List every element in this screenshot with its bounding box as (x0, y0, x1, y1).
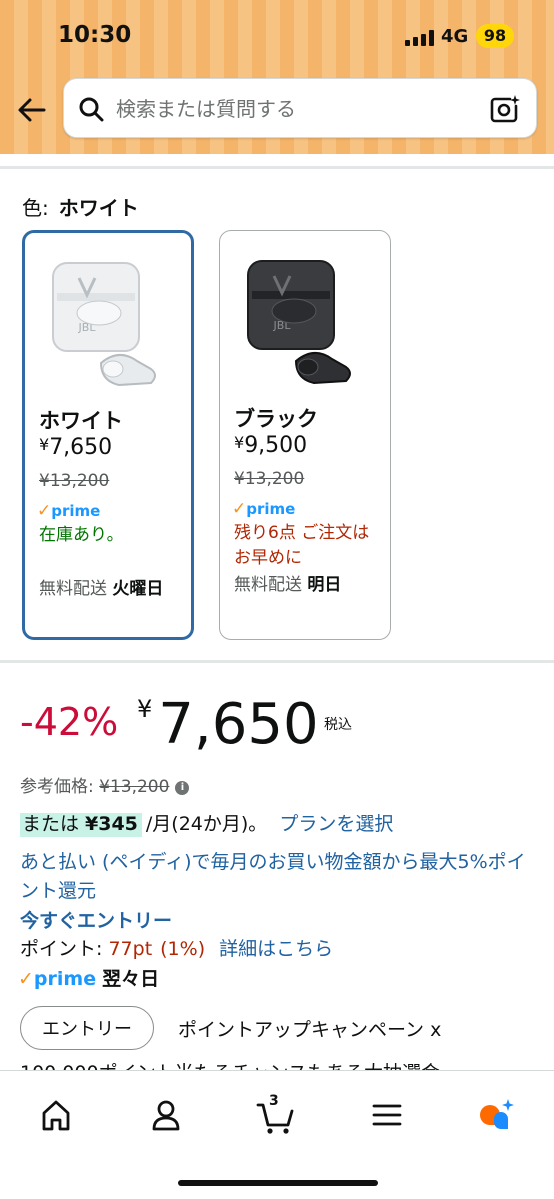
home-icon[interactable] (28, 1093, 84, 1137)
variant-price: ¥9,500 (234, 433, 308, 458)
product-image-black: JBL (247, 260, 351, 385)
network-type: 4G (441, 26, 469, 47)
stock-status: 残り6点 ご注文はお早めに (234, 523, 370, 568)
status-bar: 10:30 4G 98 (0, 0, 554, 72)
variant-list-price: ¥13,200 (234, 469, 305, 489)
divider (0, 660, 554, 663)
select-plan-link[interactable]: プランを選択 (279, 813, 393, 835)
prime-check-icon: ✓ (18, 968, 34, 990)
info-icon[interactable]: i (175, 781, 190, 795)
variant-list-price: ¥13,200 (39, 471, 110, 491)
header: 10:30 4G 98 (0, 0, 554, 154)
entry-now-link[interactable]: 今すぐエントリー (20, 906, 172, 933)
entry-button[interactable]: エントリー (20, 1006, 154, 1050)
prime-delivery: ✓prime 翌々日 (18, 968, 160, 990)
variant-name: ホワイト (39, 409, 123, 433)
variant-price: ¥7,650 (39, 435, 113, 460)
paidy-promo-link[interactable]: あと払い (ペイディ)で毎月のお買い物金額から最大5%ポイント還元 (20, 848, 540, 906)
points-row: ポイント: 77pt (1%) 詳細はこちら (20, 938, 334, 960)
signal-icon (405, 30, 435, 46)
prime-check-icon: ✓ (37, 501, 52, 521)
installment-row: または ¥345/月(24か月)。 プランを選択 (20, 813, 394, 837)
camera-search-icon[interactable] (488, 93, 520, 125)
clock: 10:30 (58, 22, 132, 48)
product-image-white: JBL (52, 262, 156, 387)
cart-count: 3 (269, 1093, 279, 1109)
home-indicator (178, 1180, 378, 1186)
variant-card-white[interactable]: JBL ホワイト ¥7,650 ¥13,200 ✓prime 在庫あり。 無料配… (22, 230, 194, 640)
price: ¥7,650 (137, 692, 319, 757)
points-details-link[interactable]: 詳細はこちら (219, 938, 333, 960)
search-input[interactable] (116, 87, 476, 131)
installment-highlight: または ¥345 (20, 813, 142, 837)
discount-percent: -42% (20, 700, 119, 744)
variant-card-black[interactable]: JBL ブラック ¥9,500 ¥13,200 ✓prime 残り6点 ご注文は… (219, 230, 391, 640)
battery-level: 98 (476, 24, 514, 48)
stock-status: 在庫あり。 (39, 525, 124, 545)
prime-badge: ✓prime (37, 501, 101, 521)
account-icon[interactable] (138, 1093, 194, 1137)
menu-icon[interactable] (358, 1093, 414, 1137)
campaign-text: ポイントアップキャンペーン x (178, 1019, 442, 1041)
shipping-info: 無料配送 火曜日 (39, 579, 164, 599)
rufus-assistant-icon[interactable] (468, 1093, 524, 1137)
tax-note: 税込 (324, 717, 352, 733)
shipping-info: 無料配送 明日 (234, 575, 342, 595)
prime-badge: ✓prime (232, 499, 296, 519)
selected-color: ホワイト (58, 196, 139, 220)
back-arrow-icon[interactable] (14, 92, 50, 128)
color-label: 色: ホワイト (22, 196, 139, 220)
search-icon (79, 97, 104, 122)
cart-button[interactable]: 3 (248, 1093, 304, 1137)
prime-check-icon: ✓ (232, 499, 247, 519)
variant-name: ブラック (234, 407, 318, 431)
divider (0, 166, 554, 169)
search-box[interactable] (63, 78, 537, 138)
reference-price: 参考価格: ¥13,200 i (20, 772, 190, 797)
